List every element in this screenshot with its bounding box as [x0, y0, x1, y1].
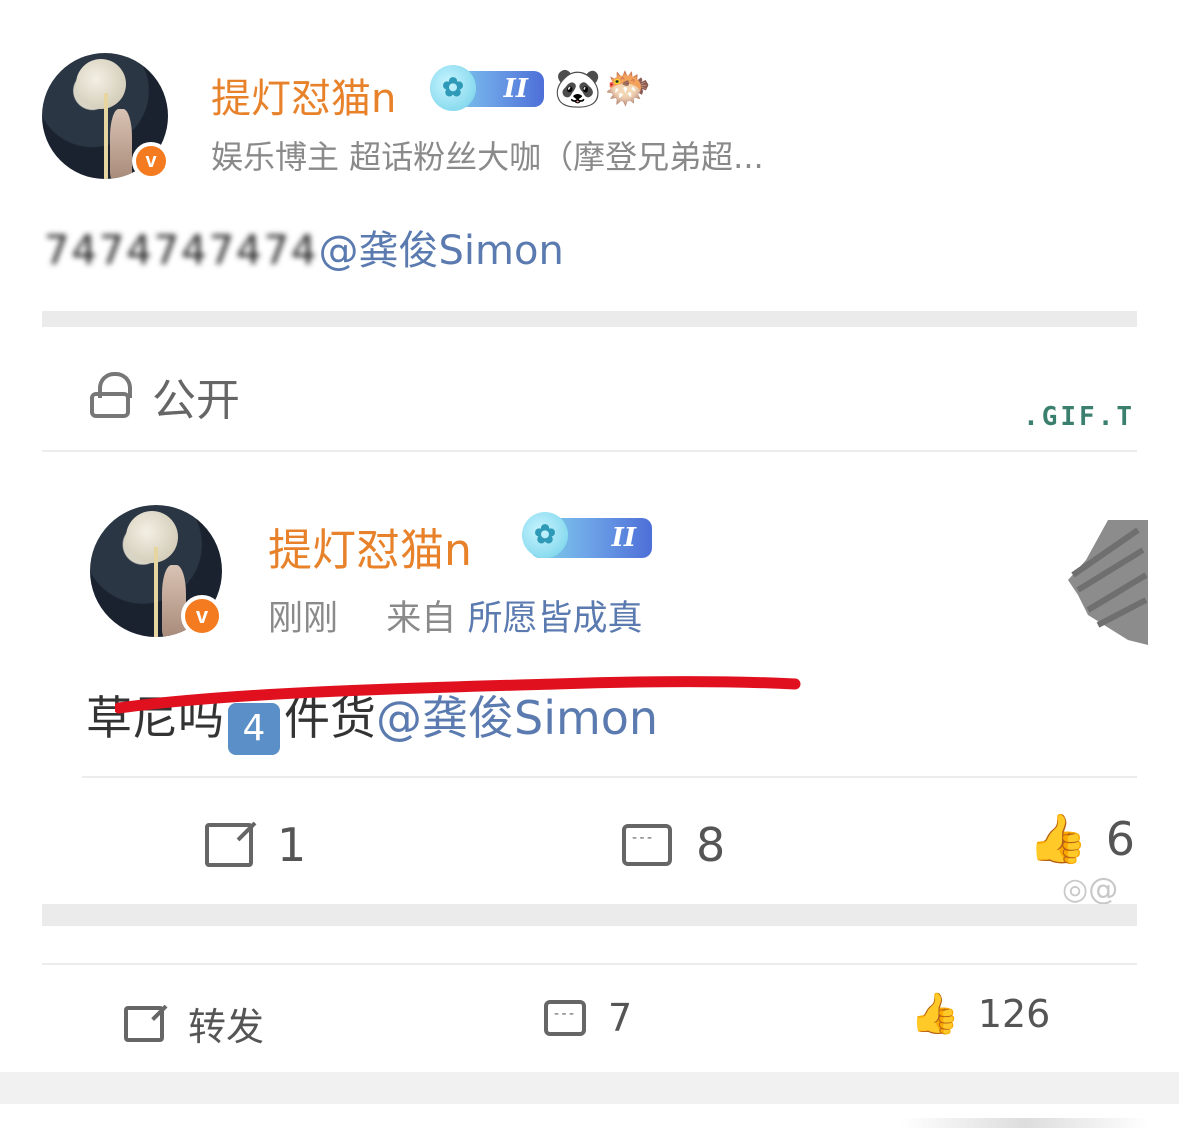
privacy-label: 公开	[152, 375, 240, 426]
card-action-divider	[82, 776, 1137, 778]
weibo-post-screen: v 提灯怼猫n ✿ II 🐼 🐡 娱乐博主 超话粉丝大咖（摩登兄弟超... 74…	[0, 0, 1179, 1147]
author-name[interactable]: 提灯怼猫n	[211, 66, 396, 124]
panda-icon: 🐼	[554, 66, 602, 110]
card-like-button[interactable]: 👍 6	[1028, 810, 1135, 867]
card-like-count: 6	[1105, 811, 1136, 866]
post-text-blurred: 7474747474	[44, 228, 319, 274]
post-comment-icon	[544, 1000, 586, 1036]
verified-badge-icon: v	[132, 142, 170, 180]
unlock-icon	[90, 372, 134, 420]
card-author-name[interactable]: 提灯怼猫n	[268, 514, 472, 578]
card-source-name[interactable]: 所愿皆成真	[467, 599, 642, 639]
like-count: 126	[977, 991, 1051, 1036]
card-top-border	[42, 311, 1137, 327]
card-post-time: 刚刚	[268, 599, 339, 639]
author-meta: 娱乐博主 超话粉丝大咖（摩登兄弟超...	[211, 138, 764, 176]
cut-off-top-text	[80, 0, 600, 6]
blurred-edge	[900, 1118, 1150, 1128]
comment-button[interactable]: 7	[544, 996, 632, 1040]
comment-count: 7	[608, 996, 633, 1040]
like-button[interactable]: 👍 126	[910, 990, 1050, 1037]
card-verified-badge-icon: v	[181, 595, 223, 637]
post-text: 7474747474@龚俊Simon	[44, 218, 564, 276]
scribble-redaction	[1068, 520, 1148, 645]
post-mention-link[interactable]: @龚俊Simon	[319, 228, 564, 274]
card-comment-button[interactable]: 8	[622, 818, 725, 872]
card-share-count: 1	[277, 818, 307, 872]
card-source-prefix: 来自	[386, 599, 457, 639]
repost-share-icon	[124, 1005, 164, 1042]
repost-label: 转发	[188, 1005, 265, 1049]
post-action-divider	[42, 963, 1137, 965]
card-post-meta: 刚刚 来自 所愿皆成真	[268, 590, 642, 641]
repost-button[interactable]: 转发	[124, 996, 264, 1051]
gift-decoration: .GIF.T	[1023, 402, 1135, 432]
red-strikethrough	[115, 676, 801, 714]
weibo-watermark-icon: ◎@	[1062, 872, 1119, 907]
comment-icon	[622, 824, 672, 866]
privacy-indicator[interactable]: 公开	[90, 364, 240, 428]
card-comment-count: 8	[696, 818, 726, 872]
feed-separator	[0, 1072, 1179, 1104]
card-brain-icon: ✿	[522, 512, 568, 558]
member-level-badge[interactable]: ✿ II	[430, 65, 544, 111]
post-thumbs-up-icon: 👍	[910, 991, 960, 1037]
fish-icon: 🐡	[604, 66, 652, 110]
card-share-button[interactable]: 1	[205, 818, 306, 872]
card-bottom-border	[42, 904, 1137, 926]
card-divider	[42, 450, 1137, 452]
share-icon	[205, 823, 253, 867]
brain-icon: ✿	[430, 65, 476, 111]
card-member-level-badge[interactable]: ✿ II	[522, 512, 652, 558]
thumbs-up-icon: 👍	[1028, 811, 1088, 867]
badge-level-text: II	[503, 74, 528, 104]
card-badge-level-text: II	[611, 523, 636, 553]
watermark-text: @	[1088, 872, 1119, 907]
